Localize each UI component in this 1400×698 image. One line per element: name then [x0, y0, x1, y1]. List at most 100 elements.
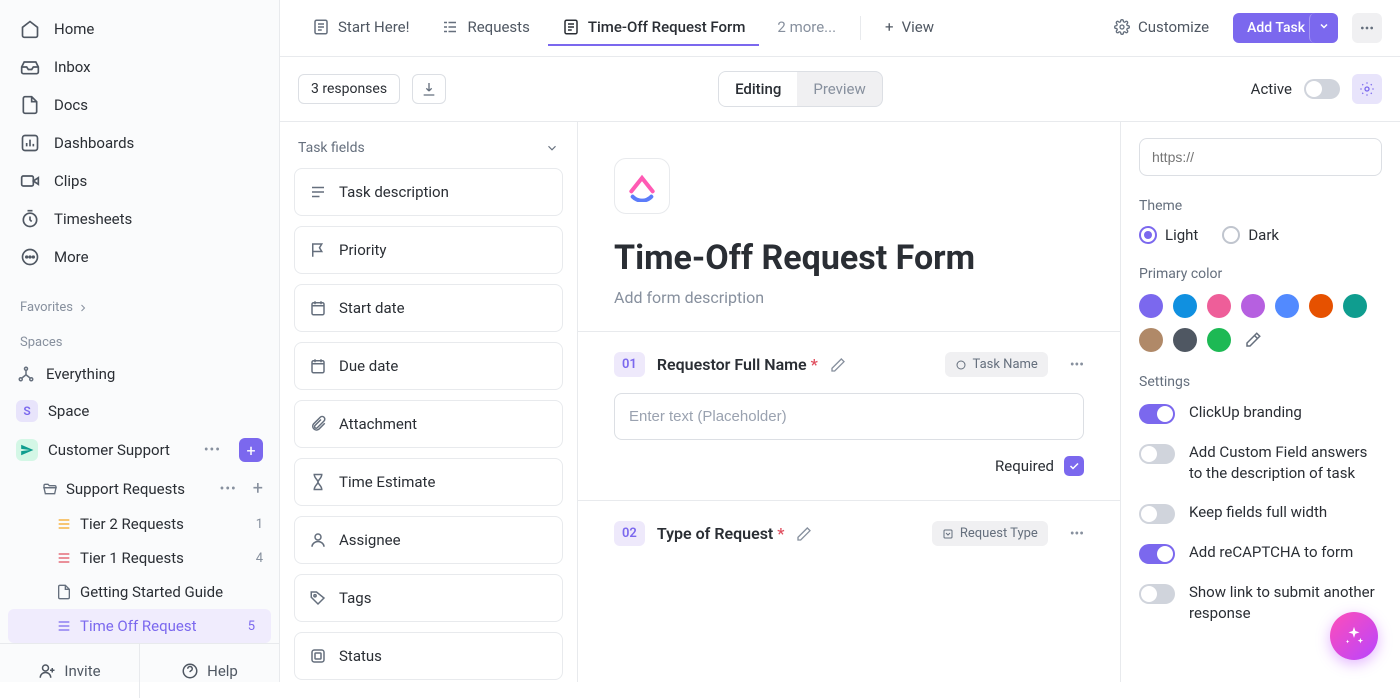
support-requests-add[interactable]: + — [253, 478, 263, 499]
required-checkbox[interactable] — [1064, 456, 1084, 476]
sidebar-item-tier2[interactable]: Tier 2 Requests 1 — [0, 507, 279, 541]
theme-dark-radio[interactable] — [1222, 226, 1240, 244]
theme-light-radio[interactable] — [1139, 226, 1157, 244]
field-card-priority[interactable]: Priority — [294, 226, 563, 274]
form-settings-button[interactable] — [1352, 74, 1382, 104]
list-icon — [56, 516, 72, 532]
color-picker-icon[interactable] — [1241, 328, 1265, 352]
nav-docs[interactable]: Docs — [0, 86, 279, 124]
add-task-button[interactable]: Add Task — [1233, 13, 1319, 43]
sparkle-icon — [1343, 625, 1365, 647]
color-swatch[interactable] — [1309, 294, 1333, 318]
gear-icon — [1359, 81, 1375, 97]
setting-toggle[interactable] — [1139, 544, 1175, 564]
gear-icon — [1114, 19, 1130, 35]
tab-add-view[interactable]: + View — [871, 10, 948, 46]
timesheets-icon — [20, 209, 40, 229]
invite-button[interactable]: Invite — [0, 644, 140, 698]
favorites-header[interactable]: Favorites — [0, 286, 279, 321]
nav-clips[interactable]: Clips — [0, 162, 279, 200]
color-swatch[interactable] — [1139, 294, 1163, 318]
color-swatch[interactable] — [1275, 294, 1299, 318]
form-settings-panel: Theme Light Dark Primary color Settings … — [1120, 122, 1400, 682]
theme-label: Theme — [1139, 198, 1382, 214]
sidebar: Home Inbox Docs Dashboards Clips Timeshe… — [0, 0, 280, 682]
setting-toggle[interactable] — [1139, 444, 1175, 464]
tab-more[interactable]: 2 more... — [763, 10, 850, 46]
field-more-menu[interactable]: ••• — [1070, 357, 1084, 373]
editing-label: Editing — [735, 80, 781, 98]
sidebar-item-customer-support[interactable]: Customer Support ••• + — [0, 430, 279, 470]
field-card-label: Tags — [339, 589, 371, 607]
responses-pill[interactable]: 3 responses — [298, 74, 400, 104]
theme-light-label: Light — [1165, 226, 1198, 244]
nav-home[interactable]: Home — [0, 10, 279, 48]
edit-field-icon[interactable] — [830, 357, 846, 373]
field-more-menu[interactable]: ••• — [1070, 526, 1084, 542]
redirect-url-input[interactable] — [1139, 138, 1382, 176]
active-toggle[interactable] — [1304, 79, 1340, 99]
setting-toggle[interactable] — [1139, 584, 1175, 604]
field-card-status[interactable]: Status — [294, 632, 563, 680]
task-fields-header[interactable]: Task fields — [294, 136, 563, 168]
sidebar-item-getting-started[interactable]: Getting Started Guide — [0, 575, 279, 609]
topbar: Start Here! Requests Time-Off Request Fo… — [280, 0, 1400, 57]
setting-toggle[interactable] — [1139, 504, 1175, 524]
nav-more[interactable]: More — [0, 238, 279, 276]
field-placeholder-input[interactable] — [614, 393, 1084, 440]
mode-preview[interactable]: Preview — [797, 72, 881, 106]
space-badge: S — [16, 400, 38, 422]
edit-field-icon[interactable] — [796, 526, 812, 542]
sidebar-item-space[interactable]: S Space — [0, 392, 279, 430]
form-description[interactable]: Add form description — [614, 288, 1084, 307]
form-logo[interactable] — [614, 158, 670, 214]
tab-view-label: View — [902, 18, 934, 36]
color-swatch[interactable] — [1207, 328, 1231, 352]
nav-inbox[interactable]: Inbox — [0, 48, 279, 86]
form-title[interactable]: Time-Off Request Form — [614, 238, 1084, 278]
color-swatch[interactable] — [1139, 328, 1163, 352]
form-field-requestor-name[interactable]: 01 Requestor Full Name * Task Name ••• R… — [578, 331, 1120, 500]
mode-editing[interactable]: Editing — [719, 72, 797, 106]
tab-requests[interactable]: Requests — [427, 10, 543, 46]
field-card-attachment[interactable]: Attachment — [294, 400, 563, 448]
tab-time-off-form[interactable]: Time-Off Request Form — [548, 10, 760, 46]
color-swatch[interactable] — [1241, 294, 1265, 318]
form-field-request-type[interactable]: 02 Type of Request * Request Type ••• — [578, 500, 1120, 570]
field-card-time-estimate[interactable]: Time Estimate — [294, 458, 563, 506]
nav-timesheets[interactable]: Timesheets — [0, 200, 279, 238]
field-type-badge[interactable]: Request Type — [932, 521, 1048, 546]
overflow-menu[interactable] — [1352, 13, 1382, 43]
tab-start-here[interactable]: Start Here! — [298, 10, 423, 46]
more-icon — [20, 247, 40, 267]
clips-icon — [20, 171, 40, 191]
field-type-badge[interactable]: Task Name — [945, 352, 1048, 377]
setting-toggle[interactable] — [1139, 404, 1175, 424]
nav-dashboards[interactable]: Dashboards — [0, 124, 279, 162]
color-swatch[interactable] — [1173, 328, 1197, 352]
task-fields-panel: Task fields Task description Priority Star… — [280, 122, 578, 682]
color-swatch[interactable] — [1343, 294, 1367, 318]
field-card-tags[interactable]: Tags — [294, 574, 563, 622]
field-card-assignee[interactable]: Assignee — [294, 516, 563, 564]
tab-more-label: 2 more... — [777, 18, 836, 36]
support-requests-more[interactable]: ••• — [220, 481, 237, 497]
add-task-dropdown[interactable] — [1309, 13, 1338, 43]
customize-button[interactable]: Customize — [1104, 12, 1219, 44]
download-responses[interactable] — [412, 74, 446, 104]
dashboard-icon — [20, 133, 40, 153]
sidebar-item-tier1[interactable]: Tier 1 Requests 4 — [0, 541, 279, 575]
sidebar-item-time-off[interactable]: Time Off Request 5 — [8, 609, 271, 643]
field-card-due-date[interactable]: Due date — [294, 342, 563, 390]
customer-support-more[interactable]: ••• — [204, 442, 221, 458]
field-card-task-description[interactable]: Task description — [294, 168, 563, 216]
color-swatch[interactable] — [1173, 294, 1197, 318]
help-button[interactable]: Help — [140, 644, 279, 698]
task-fields-label: Task fields — [298, 140, 365, 156]
sidebar-item-support-requests[interactable]: Support Requests ••• + — [0, 470, 279, 507]
sidebar-item-everything[interactable]: Everything — [0, 356, 279, 392]
field-card-start-date[interactable]: Start date — [294, 284, 563, 332]
customer-support-add[interactable]: + — [239, 438, 263, 462]
color-swatch[interactable] — [1207, 294, 1231, 318]
ai-fab[interactable] — [1330, 612, 1378, 660]
